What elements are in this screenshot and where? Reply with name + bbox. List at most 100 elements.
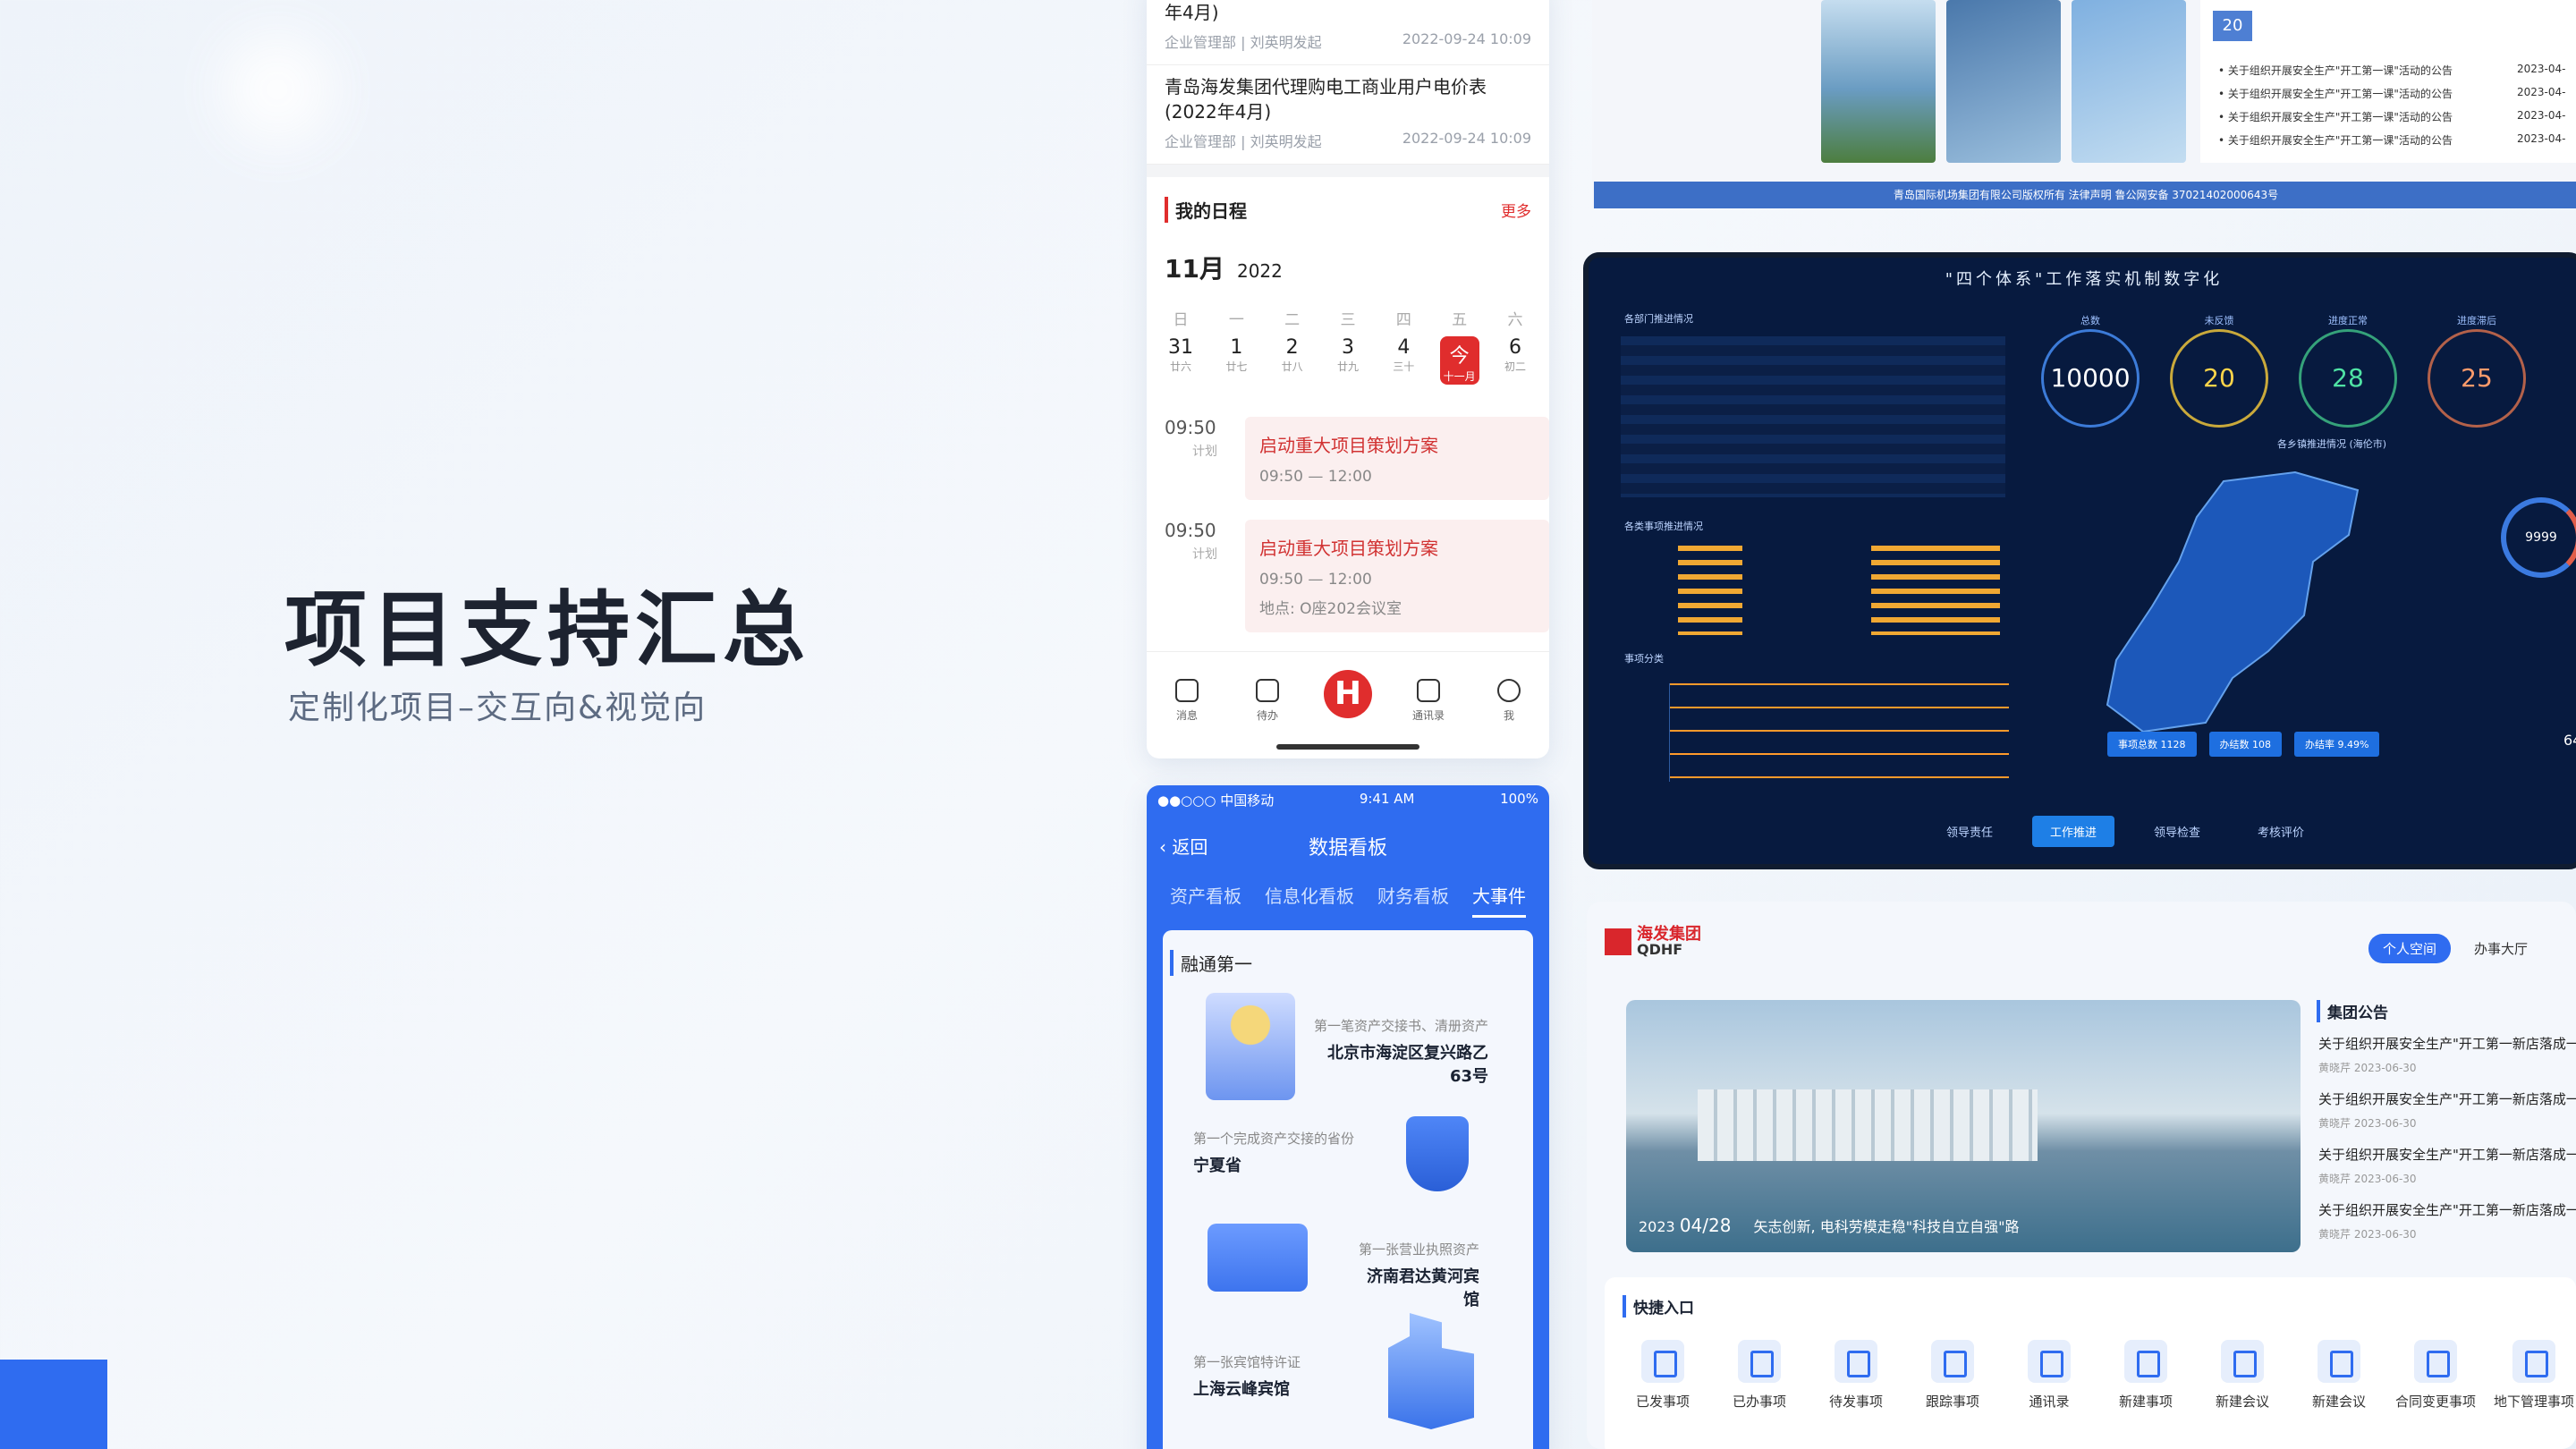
weekday: 五: [1452, 311, 1468, 329]
tab-label: 待办: [1256, 709, 1278, 722]
notice-title: 关于组织开展安全生产"开工第一新店落成一: [2318, 1202, 2576, 1218]
contract-edit-icon: [2414, 1340, 2457, 1383]
kpi-label: 总数: [2080, 315, 2100, 326]
quick-label: 待发事项: [1828, 1394, 1883, 1410]
tab-me[interactable]: 我: [1482, 679, 1536, 723]
page-title: 项目支持汇总: [284, 582, 811, 678]
event-item[interactable]: 第一笔资产交接书、清册资产 北京市海淀区复兴路乙63号: [1309, 1016, 1488, 1087]
corner-block: [0, 1360, 107, 1449]
tab-contacts[interactable]: 通讯录: [1402, 679, 1455, 723]
tab-todo[interactable]: 待办: [1241, 679, 1294, 723]
quick-entry-item[interactable]: 通讯录: [2009, 1340, 2089, 1411]
quick-entry-item[interactable]: 新建事项: [2106, 1340, 2186, 1411]
notice-link[interactable]: • 关于组织开展安全生产"开工第一课"活动的公告 2023-04-: [2218, 109, 2565, 124]
quick-label: 新建会议: [2215, 1394, 2269, 1410]
calendar-day[interactable]: 31 廿六: [1161, 336, 1200, 385]
schedule-month: 11月: [1165, 254, 1224, 284]
news-title: 青岛海发集团代理购电工商业用户电价表(2022年4月): [1165, 76, 1487, 123]
doc-sent-icon: [1641, 1340, 1684, 1383]
tab-it-board[interactable]: 信息化看板: [1265, 882, 1354, 918]
weekday: 三: [1340, 311, 1356, 329]
tab-messages[interactable]: 消息: [1160, 679, 1214, 723]
personal-space-button[interactable]: 个人空间: [2368, 934, 2452, 963]
progress-bars: [1678, 546, 2000, 635]
calendar-day[interactable]: 6 初二: [1496, 336, 1535, 385]
notice-link[interactable]: • 关于组织开展安全生产"开工第一课"活动的公告 2023-04-: [2218, 86, 2565, 101]
notice-link[interactable]: • 关于组织开展安全生产"开工第一课"活动的公告 2023-04-: [2218, 132, 2565, 148]
news-banner[interactable]: 2023 04/28 矢志创新, 电科劳模走稳"科技自立自强"路: [1626, 1000, 2301, 1252]
events-panel: 融通第一 第一笔资产交接书、清册资产 北京市海淀区复兴路乙63号 第一个完成资产交…: [1163, 930, 1533, 1449]
notice-meta: 黄晓芹 2023-06-30: [2318, 1228, 2417, 1241]
nav-inspection[interactable]: 领导检查: [2136, 816, 2218, 847]
event-item[interactable]: 第一张宾馆特许证 上海云峰宾馆: [1193, 1352, 1301, 1400]
news-item[interactable]: 年4月) 企业管理部 | 刘英明发起 2022-09-24 10:09: [1147, 0, 1549, 65]
tab-home[interactable]: H: [1321, 670, 1375, 718]
quick-entry-item[interactable]: 新建会议: [2202, 1340, 2283, 1411]
quick-label: 新建事项: [2118, 1394, 2173, 1410]
notice-link[interactable]: • 关于组织开展安全生产"开工第一课"活动的公告 2023-04-: [2218, 63, 2565, 78]
map-title: 各乡镇推进情况 (海伦市): [2277, 438, 2387, 450]
tab-events[interactable]: 大事件: [1472, 882, 1526, 918]
quick-entry-item[interactable]: 地下管理事项: [2492, 1340, 2576, 1411]
website-screenshot: 20 • 关于组织开展安全生产"开工第一课"活动的公告 2023-04- • 关…: [1592, 0, 2576, 208]
calendar-day[interactable]: 2 廿八: [1273, 336, 1312, 385]
stat-badge: 办结数 108: [2208, 732, 2282, 757]
quick-label: 通讯录: [2029, 1394, 2070, 1410]
tab-finance-board[interactable]: 财务看板: [1377, 882, 1449, 918]
quick-entry-item[interactable]: 合同变更事项: [2395, 1340, 2476, 1411]
notice-item[interactable]: 关于组织开展安全生产"开工第一新店落成一 黄晓芹 2023-06-30: [2318, 1145, 2576, 1200]
quick-entry-item[interactable]: 已办事项: [1719, 1340, 1800, 1411]
doc-done-icon: [1738, 1340, 1781, 1383]
news-item[interactable]: 青岛海发集团代理购电工商业用户电价表(2022年4月) 企业管理部 | 刘英明发…: [1147, 65, 1549, 165]
news-dept: 企业管理部: [1165, 133, 1237, 150]
bottom-tabbar: 消息 待办 H 通讯录 我: [1147, 651, 1549, 758]
notice-item[interactable]: 关于组织开展安全生产"开工第一新店落成一 黄晓芹 2023-06-30: [2318, 1034, 2576, 1089]
weekday: 日: [1173, 311, 1189, 329]
schedule-event[interactable]: 09:50 计划 启动重大项目策划方案 09:50 — 12:00 地点: O座202…: [1147, 500, 1549, 632]
news-title: 年4月): [1165, 2, 1219, 23]
screen-title: 数据看板: [1308, 836, 1387, 860]
panel-title: 事项分类: [1624, 653, 1664, 665]
kpi-total: 10000: [2041, 329, 2140, 428]
quick-entry-item[interactable]: 已发事项: [1623, 1340, 1703, 1411]
quick-entry-item[interactable]: 待发事项: [1816, 1340, 1896, 1411]
calendar-day[interactable]: 1 廿七: [1216, 336, 1256, 385]
weekday: 四: [1395, 311, 1411, 329]
feature-thumbnail[interactable]: [1821, 0, 1936, 163]
contacts-icon: [1417, 679, 1440, 702]
brand-logo: 海发集团 QDHF: [1605, 927, 1701, 957]
day-lunar: 廿九: [1336, 360, 1359, 373]
nav-work-progress[interactable]: 工作推进: [2032, 816, 2115, 847]
quick-label: 跟踪事项: [1925, 1394, 1979, 1410]
event-item[interactable]: 第一张营业执照资产 济南君达黄河宾馆: [1354, 1240, 1479, 1310]
day-number: 2: [1285, 336, 1299, 359]
quick-label: 已办事项: [1732, 1394, 1786, 1410]
quick-entry-item[interactable]: 跟踪事项: [1912, 1340, 1993, 1411]
notice-meta: 黄晓芹 2023-06-30: [2318, 1173, 2417, 1185]
kpi-delayed: 25: [2428, 329, 2526, 428]
event-item[interactable]: 第一个完成资产交接的省份 宁夏省: [1193, 1129, 1354, 1176]
day-lunar: 廿七: [1225, 360, 1248, 373]
brand-mark-icon: [1605, 928, 1631, 955]
quick-entry-item[interactable]: 新建会议: [2299, 1340, 2379, 1411]
notice-item[interactable]: 关于组织开展安全生产"开工第一新店落成一 黄晓芹 2023-06-30: [2318, 1200, 2576, 1256]
nav-leadership[interactable]: 领导责任: [1928, 816, 2011, 847]
event-title: 启动重大项目策划方案: [1259, 538, 1438, 559]
tab-asset-board[interactable]: 资产看板: [1170, 882, 1241, 918]
tab-label: 通讯录: [1411, 709, 1445, 722]
notice-item[interactable]: 关于组织开展安全生产"开工第一新店落成一 黄晓芹 2023-06-30: [2318, 1089, 2576, 1145]
calendar-day-today[interactable]: 今十一月: [1439, 336, 1479, 385]
calendar-day[interactable]: 4 三十: [1384, 336, 1423, 385]
event-place: 地点: O座202会议室: [1259, 600, 1402, 618]
schedule-event[interactable]: 09:50 计划 启动重大项目策划方案 09:50 — 12:00: [1147, 385, 1549, 500]
weekday: 二: [1284, 311, 1301, 329]
schedule-more-link[interactable]: 更多: [1501, 199, 1531, 221]
battery: 100%: [1500, 791, 1538, 807]
feature-thumbnail[interactable]: [1946, 0, 2061, 163]
service-hall-button[interactable]: 办事大厅: [2474, 939, 2528, 958]
calendar-day[interactable]: 3 廿九: [1328, 336, 1368, 385]
notice-meta: 黄晓芹 2023-06-30: [2318, 1062, 2417, 1074]
feature-thumbnail[interactable]: [2072, 0, 2186, 163]
nav-evaluation[interactable]: 考核评价: [2240, 816, 2322, 847]
feature-thumbnail[interactable]: [1696, 0, 1810, 163]
